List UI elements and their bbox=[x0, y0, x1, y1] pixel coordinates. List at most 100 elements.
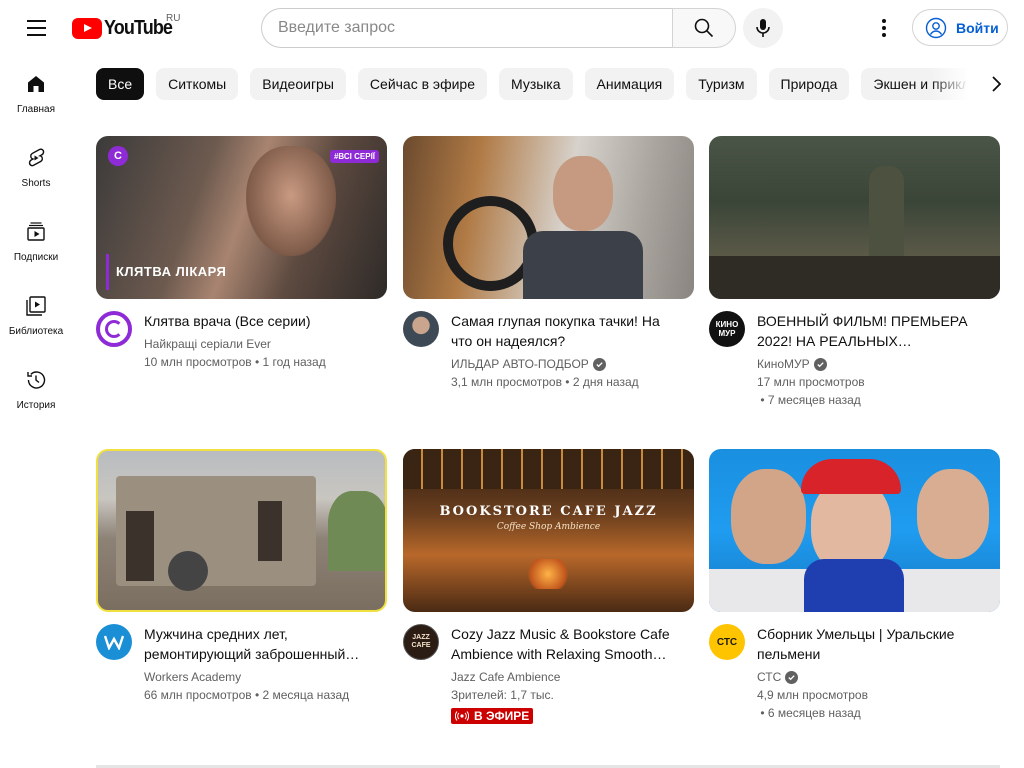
sidebar-item-subscriptions[interactable]: Подписки bbox=[0, 204, 72, 278]
verified-icon bbox=[813, 357, 827, 371]
channel-avatar[interactable] bbox=[96, 311, 132, 347]
chevron-right-icon bbox=[992, 76, 1002, 92]
chips-next-button[interactable] bbox=[976, 64, 1016, 104]
sidebar-item-shorts[interactable]: Shorts bbox=[0, 130, 72, 204]
video-thumbnail[interactable] bbox=[709, 449, 1000, 612]
video-card[interactable]: СТС Сборник Умельцы | Уральские пельмени… bbox=[709, 449, 1000, 722]
chip-music[interactable]: Музыка bbox=[499, 68, 573, 100]
thumbnail-body bbox=[523, 231, 643, 299]
signin-label: Войти bbox=[956, 19, 999, 36]
upload-age: 6 месяцев назад bbox=[767, 706, 861, 720]
chip-sitcoms[interactable]: Ситкомы bbox=[156, 68, 239, 100]
upload-age: 7 месяцев назад bbox=[767, 393, 861, 407]
channel-name[interactable]: ИЛЬДАР АВТО-ПОДБОР bbox=[451, 355, 589, 373]
video-title[interactable]: Мужчина средних лет, ремонтирующий забро… bbox=[144, 624, 374, 664]
sidebar-item-library[interactable]: Библиотека bbox=[0, 278, 72, 352]
video-thumbnail[interactable]: BOOKSTORE CAFE JAZZ Coffee Shop Ambience bbox=[403, 449, 694, 612]
thumbnail-door bbox=[126, 511, 154, 581]
sidebar-item-label: Подписки bbox=[13, 251, 59, 263]
video-title[interactable]: ВОЕННЫЙ ФИЛЬМ! ПРЕМЬЕРА 2022! НА РЕАЛЬНЫ… bbox=[757, 311, 987, 351]
channel-name[interactable]: СТС bbox=[757, 668, 781, 686]
thumbnail-face bbox=[731, 469, 806, 564]
video-title[interactable]: Клятва врача (Все серии) bbox=[144, 311, 374, 331]
channel-avatar[interactable]: СТС bbox=[709, 624, 745, 660]
chip-animation[interactable]: Анимация bbox=[584, 68, 675, 100]
sidebar-item-home[interactable]: Главная bbox=[0, 56, 72, 130]
video-thumbnail[interactable]: C #ВСІ СЕРІЇ КЛЯТВА ЛІКАРЯ bbox=[96, 136, 387, 299]
video-title[interactable]: Сборник Умельцы | Уральские пельмени bbox=[757, 624, 987, 664]
library-icon bbox=[26, 295, 46, 316]
channel-name[interactable]: КиноМУР bbox=[757, 355, 810, 373]
view-count: 10 млн просмотров bbox=[144, 355, 252, 369]
verified-icon bbox=[592, 357, 606, 371]
more-options-icon[interactable] bbox=[864, 8, 904, 48]
video-thumbnail[interactable] bbox=[403, 136, 694, 299]
channel-avatar[interactable] bbox=[403, 311, 439, 347]
thumbnail-accent-bar bbox=[106, 254, 109, 290]
home-icon bbox=[28, 75, 44, 92]
video-card[interactable]: C #ВСІ СЕРІЇ КЛЯТВА ЛІКАРЯ Клятва врача … bbox=[96, 136, 387, 371]
video-card[interactable]: BOOKSTORE CAFE JAZZ Coffee Shop Ambience… bbox=[403, 449, 694, 726]
chip-live[interactable]: Сейчас в эфире bbox=[357, 68, 487, 100]
channel-logo-icon: C bbox=[108, 146, 128, 166]
chip-nature[interactable]: Природа bbox=[768, 68, 850, 100]
youtube-logo[interactable]: YouTube bbox=[72, 17, 180, 40]
channel-avatar[interactable]: JAZZ CAFE bbox=[403, 624, 439, 660]
shorts-icon bbox=[28, 147, 45, 166]
thumbnail-door bbox=[258, 501, 282, 561]
thumbnail-face bbox=[246, 146, 336, 256]
sidebar-item-label: История bbox=[16, 399, 56, 411]
viewer-count: Зрителей: 1,7 тыс. bbox=[451, 688, 554, 702]
upload-age: 1 год назад bbox=[262, 355, 326, 369]
thumbnail-face bbox=[553, 156, 613, 231]
country-code: RU bbox=[166, 13, 181, 24]
signin-button[interactable]: Войти bbox=[912, 9, 1008, 46]
upload-age: 2 месяца назад bbox=[262, 688, 350, 702]
chip-videogames[interactable]: Видеоигры bbox=[250, 68, 346, 100]
view-count: 17 млн просмотров bbox=[757, 375, 865, 389]
filter-chips: Все Ситкомы Видеоигры Сейчас в эфире Муз… bbox=[96, 68, 966, 100]
chip-all[interactable]: Все bbox=[96, 68, 145, 100]
live-badge: В ЭФИРЕ bbox=[451, 708, 534, 724]
sidebar: Главная Shorts Подписки Библиотека Истор… bbox=[0, 56, 72, 426]
thumbnail-motorcycle bbox=[168, 551, 208, 591]
video-card[interactable]: КИНО МУР ВОЕННЫЙ ФИЛЬМ! ПРЕМЬЕРА 2022! Н… bbox=[709, 136, 1000, 409]
channel-logo-icon bbox=[105, 320, 123, 338]
thumbnail-tree bbox=[328, 491, 385, 571]
thumbnail-face bbox=[917, 469, 989, 559]
video-title[interactable]: Самая глупая покупка тачки! На что он на… bbox=[451, 311, 681, 351]
video-card[interactable]: Самая глупая покупка тачки! На что он на… bbox=[403, 136, 694, 391]
thumbnail-blue-jacket bbox=[804, 559, 904, 612]
channel-avatar[interactable]: КИНО МУР bbox=[709, 311, 745, 347]
sidebar-item-history[interactable]: История bbox=[0, 352, 72, 426]
masthead: YouTube RU Войти bbox=[0, 0, 1024, 56]
thumbnail-tag: #ВСІ СЕРІЇ bbox=[329, 150, 379, 163]
video-thumbnail[interactable] bbox=[96, 449, 387, 612]
channel-name[interactable]: Jazz Cafe Ambience bbox=[451, 668, 560, 686]
search-box bbox=[261, 8, 736, 48]
subscriptions-icon bbox=[27, 221, 45, 241]
video-thumbnail[interactable] bbox=[709, 136, 1000, 299]
video-title[interactable]: Cozy Jazz Music & Bookstore Cafe Ambienc… bbox=[451, 624, 681, 664]
thumbnail-trench bbox=[709, 256, 1000, 299]
thumbnail-title-text: КЛЯТВА ЛІКАРЯ bbox=[116, 264, 227, 279]
menu-icon[interactable] bbox=[16, 8, 56, 48]
thumbnail-soldier bbox=[869, 166, 904, 266]
search-input[interactable] bbox=[261, 8, 672, 48]
channel-name[interactable]: Найкращі серіали Ever bbox=[144, 335, 271, 353]
voice-search-button[interactable] bbox=[743, 8, 783, 48]
thumbnail-fireplace bbox=[523, 559, 573, 589]
view-count: 66 млн просмотров bbox=[144, 688, 252, 702]
search-button[interactable] bbox=[672, 8, 736, 48]
channel-name[interactable]: Workers Academy bbox=[144, 668, 241, 686]
chip-tourism[interactable]: Туризм bbox=[686, 68, 757, 100]
channel-avatar[interactable] bbox=[96, 624, 132, 660]
verified-icon bbox=[785, 670, 799, 684]
history-icon bbox=[27, 370, 46, 389]
sidebar-item-label: Библиотека bbox=[8, 325, 64, 337]
chips-fade bbox=[930, 68, 970, 100]
video-card[interactable]: Мужчина средних лет, ремонтирующий забро… bbox=[96, 449, 387, 704]
view-count: 3,1 млн просмотров bbox=[451, 375, 562, 389]
youtube-play-icon bbox=[72, 18, 102, 39]
sidebar-item-label: Shorts bbox=[21, 177, 51, 189]
